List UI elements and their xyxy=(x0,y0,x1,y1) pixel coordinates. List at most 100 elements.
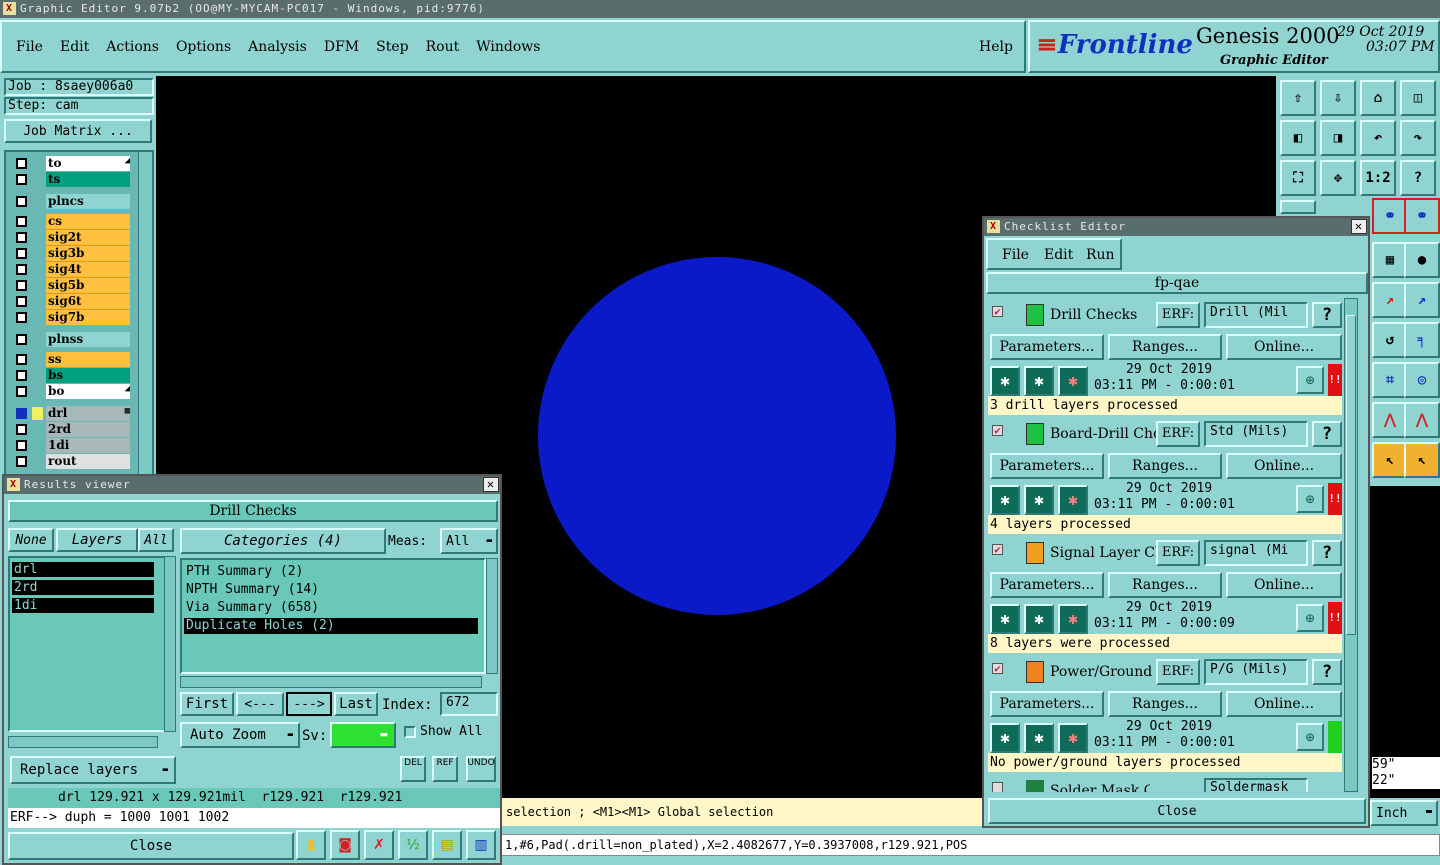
run-icon[interactable]: ✱ xyxy=(990,366,1020,396)
layer-checkbox[interactable] xyxy=(16,424,27,435)
layer-row-sig6t[interactable]: sig6t xyxy=(14,294,130,309)
layers-none-button[interactable]: None xyxy=(8,528,54,552)
severity-dropdown[interactable]: ▬ xyxy=(330,722,396,748)
layer-checkbox[interactable] xyxy=(16,370,27,381)
auto-zoom-dropdown[interactable]: Auto Zoom ▬ xyxy=(180,722,300,748)
layer-checkbox[interactable] xyxy=(16,408,27,419)
item-help-button[interactable]: ? xyxy=(1312,540,1342,566)
help-menu[interactable]: Help xyxy=(979,39,1013,55)
arrow-line-icon[interactable]: ↗ xyxy=(1404,282,1440,318)
online-button[interactable]: Online... xyxy=(1226,453,1342,479)
ranges-button[interactable]: Ranges... xyxy=(1108,334,1222,360)
scale-icon[interactable]: 1:2 xyxy=(1360,160,1396,196)
layer-checkbox[interactable] xyxy=(16,174,27,185)
home-down-icon[interactable]: ⇩ xyxy=(1320,80,1356,116)
align-icon[interactable] xyxy=(1280,200,1316,214)
item-enabled-checkbox[interactable]: ✔ xyxy=(992,306,1003,317)
parameters-button[interactable]: Parameters... xyxy=(990,572,1104,598)
run-interactive-icon[interactable]: ✱ xyxy=(1024,366,1054,396)
checklist-menu-run[interactable]: Run xyxy=(1086,247,1115,263)
checklist-menu-file[interactable]: File xyxy=(1002,247,1029,263)
result-layer-item[interactable]: 2rd xyxy=(12,580,154,595)
layer-checkbox[interactable] xyxy=(16,158,27,169)
fit-icon[interactable]: ⛶ xyxy=(1280,160,1316,196)
run-red-icon[interactable]: ✱ xyxy=(1058,604,1088,634)
run-interactive-icon[interactable]: ✱ xyxy=(1024,723,1054,753)
run-interactive-icon[interactable]: ✱ xyxy=(1024,485,1054,515)
layer-checkbox[interactable] xyxy=(16,312,27,323)
run-icon[interactable]: ✱ xyxy=(990,723,1020,753)
layer-checkbox[interactable] xyxy=(16,296,27,307)
select-route-icon[interactable]: ↖ xyxy=(1404,442,1440,478)
layer-checkbox[interactable] xyxy=(16,196,27,207)
undo-icon[interactable]: ↶ xyxy=(1360,120,1396,156)
menu-rout[interactable]: Rout xyxy=(426,39,460,55)
prev-button[interactable]: <--- xyxy=(236,692,284,716)
item-enabled-checkbox[interactable]: ✔ xyxy=(992,425,1003,436)
layer-results-scrollbar[interactable] xyxy=(164,556,176,732)
layer-tool-a-icon[interactable]: ⚭ xyxy=(1372,198,1408,234)
layer-checkbox[interactable] xyxy=(16,456,27,467)
category-item[interactable]: PTH Summary (2) xyxy=(184,564,478,580)
drill-pad[interactable] xyxy=(538,257,896,615)
parameters-button[interactable]: Parameters... xyxy=(990,453,1104,479)
item-enabled-checkbox[interactable] xyxy=(992,782,1003,792)
zoom-results-icon[interactable]: ⊕ xyxy=(1296,485,1324,513)
layer-checkbox[interactable] xyxy=(16,440,27,451)
layer-row-1di[interactable]: 1di xyxy=(14,438,130,453)
snap-icon[interactable]: ⌗ xyxy=(1372,362,1408,398)
pad-icon[interactable]: ● xyxy=(1404,242,1440,278)
run-red-icon[interactable]: ✱ xyxy=(1058,366,1088,396)
layer-checkbox[interactable] xyxy=(16,354,27,365)
run-red-icon[interactable]: ✱ xyxy=(1058,485,1088,515)
parameters-button[interactable]: Parameters... xyxy=(990,334,1104,360)
redo-icon[interactable]: ↷ xyxy=(1400,120,1436,156)
result-layer-item[interactable]: drl xyxy=(12,562,154,577)
layer-row-sig3b[interactable]: sig3b xyxy=(14,246,130,261)
online-button[interactable]: Online... xyxy=(1226,572,1342,598)
layer-checkbox[interactable] xyxy=(16,280,27,291)
measure2-icon[interactable]: ⋀ xyxy=(1404,402,1440,438)
category-item[interactable]: NPTH Summary (14) xyxy=(184,582,478,598)
layer-row-sig2t[interactable]: sig2t xyxy=(14,230,130,245)
checklist-scrollbar[interactable] xyxy=(1344,298,1358,792)
category-item[interactable]: Via Summary (658) xyxy=(184,600,478,616)
prev-icon[interactable]: ◧ xyxy=(1280,120,1316,156)
record-icon[interactable]: ◙ xyxy=(330,830,360,860)
item-enabled-checkbox[interactable]: ✔ xyxy=(992,663,1003,674)
ruler-icon[interactable]: ▦ xyxy=(1372,242,1408,278)
menu-file[interactable]: File xyxy=(16,39,43,55)
layers-all-button[interactable]: All xyxy=(138,528,174,552)
select-icon[interactable]: ↖ xyxy=(1372,442,1408,478)
job-matrix-button[interactable]: Job Matrix ... xyxy=(4,119,152,143)
layer-row-plnss[interactable]: plnss xyxy=(14,332,130,347)
no-net-icon[interactable]: ✗ xyxy=(364,830,394,860)
layer-scrollbar[interactable] xyxy=(138,152,152,474)
index-input[interactable]: 672 xyxy=(440,692,498,716)
layer-row-rout[interactable]: rout xyxy=(14,454,130,469)
first-button[interactable]: First xyxy=(180,692,234,716)
layer-results-hscroll[interactable] xyxy=(8,736,158,748)
layer-checkbox[interactable] xyxy=(16,334,27,345)
menu-windows[interactable]: Windows xyxy=(476,39,540,55)
menu-analysis[interactable]: Analysis xyxy=(248,39,307,55)
layer-checkbox[interactable] xyxy=(16,248,27,259)
layer-row-bo[interactable]: bo ◢ xyxy=(14,384,130,399)
color-bars-icon[interactable]: ▮ xyxy=(296,830,326,860)
units-dropdown[interactable]: Inch ▬ xyxy=(1370,800,1438,826)
layer-row-ts[interactable]: ts xyxy=(14,172,130,187)
run-icon[interactable]: ✱ xyxy=(990,485,1020,515)
layer-checkbox[interactable] xyxy=(16,216,27,227)
menu-dfm[interactable]: DFM xyxy=(324,39,359,55)
run-red-icon[interactable]: ✱ xyxy=(1058,723,1088,753)
erf-field[interactable]: P/G (Mils) xyxy=(1204,659,1308,685)
undo-button[interactable]: UNDO xyxy=(466,756,496,782)
category-scrollbar[interactable] xyxy=(486,558,498,674)
ranges-button[interactable]: Ranges... xyxy=(1108,453,1222,479)
ref-button[interactable]: REF xyxy=(432,756,458,782)
menu-edit[interactable]: Edit xyxy=(60,39,89,55)
layer-row-bs[interactable]: bs xyxy=(14,368,130,383)
layer-row-sig4t[interactable]: sig4t xyxy=(14,262,130,277)
erf-field[interactable]: Std (Mils) xyxy=(1204,421,1308,447)
checklist-scroll-thumb[interactable] xyxy=(1346,315,1356,635)
